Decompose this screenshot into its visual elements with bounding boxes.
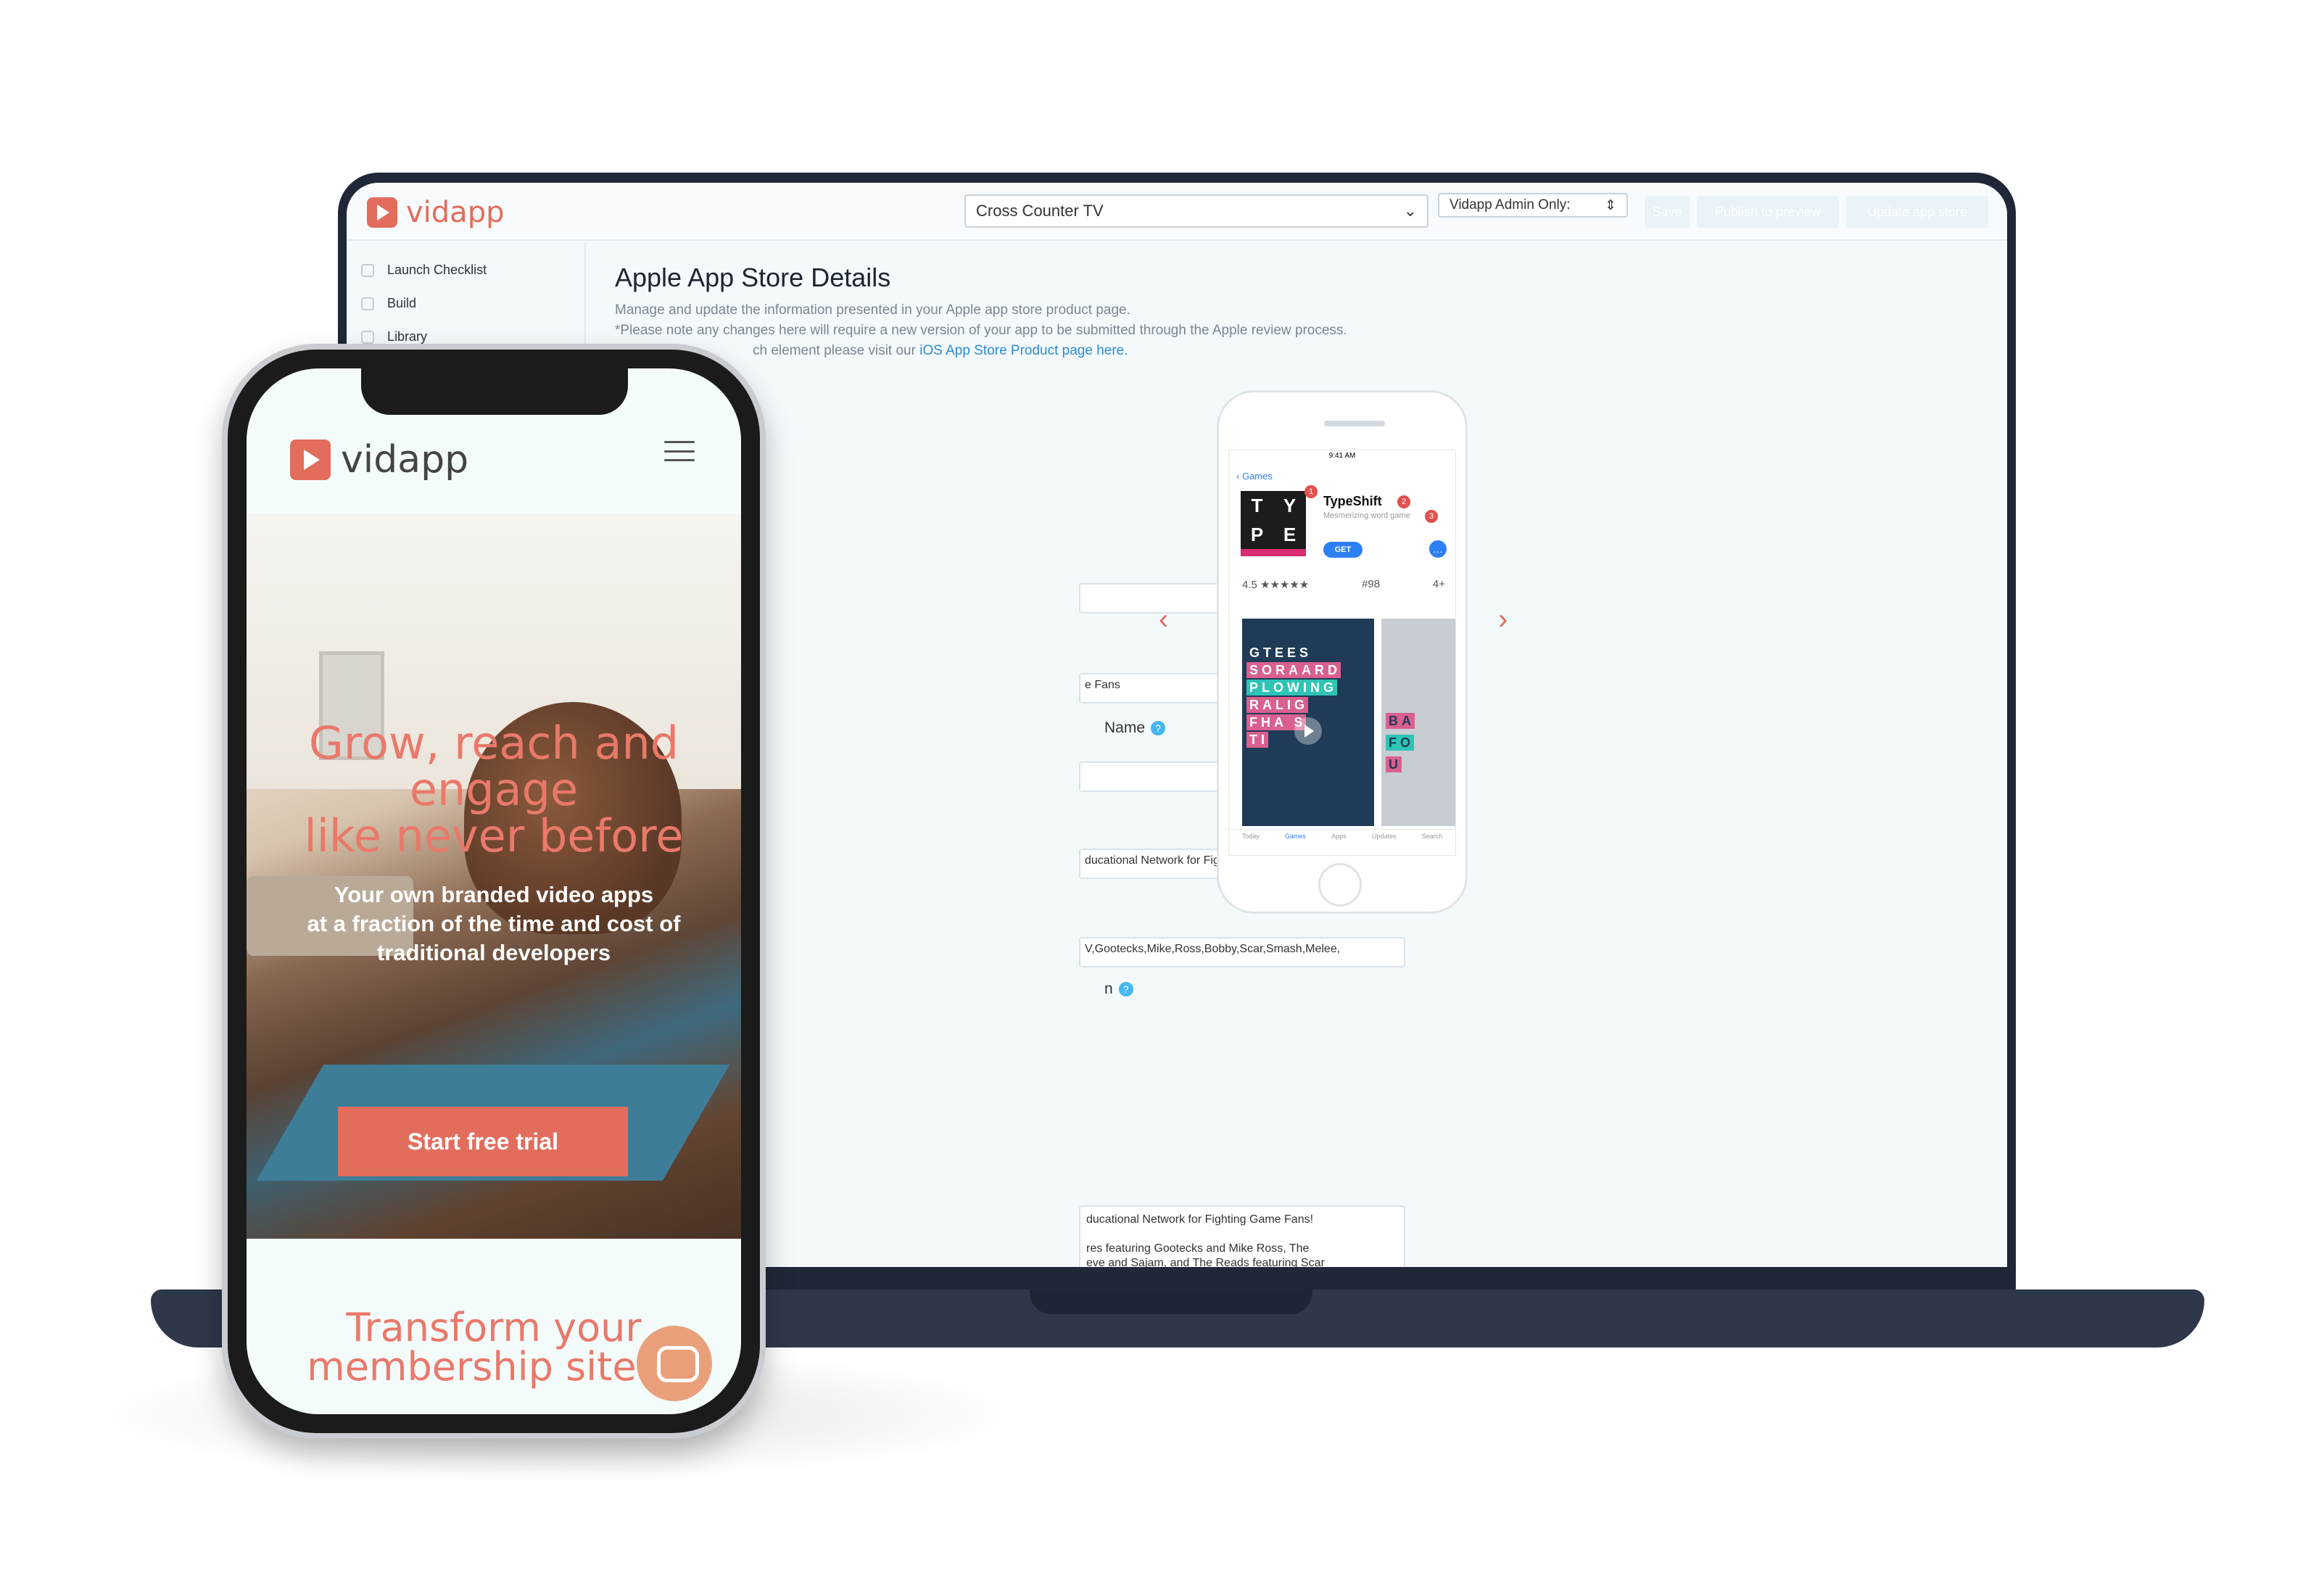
age-rating: 4+ — [1432, 578, 1445, 590]
library-icon — [361, 330, 374, 344]
hero-subtitle-line: traditional developers — [376, 940, 611, 965]
update-app-store-button[interactable]: Update app store — [1846, 196, 1988, 228]
app-stats: 4.5 ★★★★★ #98 4+ — [1242, 578, 1445, 591]
word-row: U — [1386, 756, 1402, 772]
admin-select[interactable]: Vidapp Admin Only: ⇕ — [1438, 193, 1628, 218]
chevron-down-icon: ⌄ — [1403, 202, 1417, 220]
chat-icon[interactable] — [637, 1326, 712, 1401]
play-icon[interactable] — [1294, 717, 1322, 745]
vidapp-logo[interactable]: vidapp — [367, 196, 504, 229]
badge-2: 2 — [1397, 495, 1410, 508]
description-textarea[interactable]: ducational Network for Fighting Game Fan… — [1079, 1205, 1405, 1267]
top-bar: vidapp Cross Counter TV ⌄ Vidapp Admin O… — [347, 183, 2007, 241]
page-description: Manage and update the information presen… — [615, 302, 1130, 318]
checklist-icon — [361, 263, 374, 277]
badge-1: 1 — [1304, 485, 1318, 498]
badge-3: 3 — [1425, 510, 1438, 523]
icon-letter: P — [1250, 523, 1264, 545]
vidapp-logo[interactable]: vidapp — [290, 438, 468, 482]
updown-icon: ⇕ — [1605, 197, 1616, 213]
name-label-text: Name — [1104, 719, 1146, 736]
get-button[interactable]: GET — [1323, 542, 1362, 558]
back-label: Games — [1241, 471, 1273, 482]
word-row: RALIG — [1246, 697, 1308, 713]
app-select[interactable]: Cross Counter TV ⌄ — [964, 194, 1428, 228]
hero-section: Grow, reach and engage like never before… — [247, 513, 741, 1239]
help-icon[interactable]: ? — [1151, 721, 1166, 735]
word-row: SORAARD — [1246, 662, 1341, 678]
help-icon[interactable]: ? — [1118, 982, 1133, 996]
help-text: ch element please visit our iOS App Stor… — [753, 343, 1128, 359]
icon-letter: Y — [1283, 494, 1297, 516]
sidebar-item-launch-checklist[interactable]: Launch Checklist — [361, 263, 487, 278]
description-label-text: n — [1104, 981, 1113, 997]
sidebar-item-build[interactable]: Build — [361, 296, 416, 311]
name-label: Name? — [1104, 719, 1166, 737]
screenshot-1: GTEES SORAARD PLOWING RALIG FHA S TI — [1242, 619, 1374, 826]
tab-bar: Today Games Apps Updates Search — [1229, 829, 1455, 855]
word-row: TI — [1246, 732, 1268, 748]
wrench-icon — [361, 297, 374, 310]
app-subtitle: Mesmerizing word game — [1323, 511, 1410, 520]
hero-title: Grow, reach and engage like never before — [247, 720, 741, 859]
app-icon: T Y P E — [1241, 491, 1306, 556]
more-icon[interactable]: … — [1429, 540, 1447, 558]
brand-name: vidapp — [341, 438, 469, 482]
hero-title-line: engage — [409, 763, 579, 816]
status-time: 9:41 AM — [1328, 452, 1356, 460]
ios-store-link[interactable]: iOS App Store Product page here. — [919, 343, 1128, 358]
sidebar-item-label: Library — [387, 329, 428, 344]
screenshot-2: BA FO U — [1381, 619, 1455, 826]
word-row: FO — [1386, 735, 1414, 751]
review-note: *Please note any changes here will requi… — [615, 323, 1347, 338]
hero-title-line: Grow, reach and — [308, 717, 679, 769]
rating: 4.5 ★★★★★ — [1242, 579, 1310, 591]
start-free-trial-button[interactable]: Start free trial — [338, 1107, 628, 1176]
tab-apps[interactable]: Apps — [1331, 833, 1347, 855]
tab-games[interactable]: Games — [1285, 833, 1306, 855]
hero-subtitle-line: Your own branded video apps — [334, 882, 654, 907]
rank: #98 — [1362, 578, 1381, 590]
icon-letter: E — [1283, 523, 1297, 545]
preview-speaker — [1324, 421, 1385, 426]
sidebar-item-label: Launch Checklist — [387, 263, 487, 277]
hero-title-line: like never before — [304, 809, 684, 862]
hero-subtitle: Your own branded video apps at a fractio… — [276, 880, 712, 967]
tab-search[interactable]: Search — [1422, 833, 1443, 855]
play-icon — [367, 197, 397, 228]
help-text-prefix: ch element please visit our — [753, 343, 920, 358]
preview-home-button — [1318, 863, 1362, 907]
tab-updates[interactable]: Updates — [1372, 833, 1397, 855]
laptop-hinge — [1030, 1289, 1312, 1314]
word-row: PLOWING — [1246, 680, 1337, 696]
brand-name: vidapp — [406, 196, 505, 229]
description-label: n? — [1104, 981, 1133, 998]
word-row: GTEES — [1249, 645, 1312, 660]
app-select-value: Cross Counter TV — [976, 202, 1104, 220]
icon-letter: T — [1251, 494, 1263, 516]
sidebar-item-label: Build — [387, 296, 417, 310]
sidebar-item-library[interactable]: Library — [361, 329, 427, 344]
menu-icon[interactable] — [664, 441, 695, 461]
word-row: BA — [1386, 713, 1415, 729]
prev-arrow-icon[interactable]: ‹ — [1159, 603, 1168, 636]
publish-preview-button[interactable]: Publish to preview — [1697, 196, 1839, 228]
play-icon — [290, 439, 331, 480]
next-arrow-icon[interactable]: › — [1498, 603, 1508, 636]
app-name: TypeShift — [1323, 494, 1382, 508]
save-button[interactable]: Save — [1645, 196, 1690, 228]
phone-notch — [361, 363, 628, 415]
phone-screen: vidapp Grow, reach and engage like never… — [247, 368, 741, 1414]
back-link[interactable]: ‹ Games — [1236, 471, 1273, 482]
tab-today[interactable]: Today — [1242, 833, 1260, 855]
preview-screen: 9:41 AM ‹ Games T Y P E 1 TypeShift 2 Me… — [1228, 450, 1456, 856]
hero-subtitle-line: at a fraction of the time and cost of — [307, 911, 681, 936]
page-title: Apple App Store Details — [615, 263, 891, 292]
admin-select-value: Vidapp Admin Only: — [1450, 197, 1571, 212]
keywords-field[interactable]: V,Gootecks,Mike,Ross,Bobby,Scar,Smash,Me… — [1079, 937, 1405, 967]
